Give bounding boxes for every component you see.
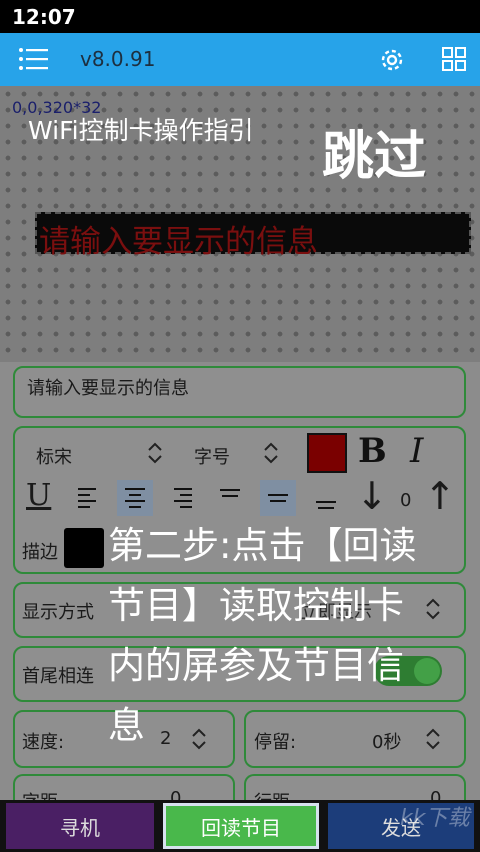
led-preview-text: 请输入要显示的信息 <box>39 224 318 260</box>
gear-icon[interactable] <box>378 46 406 74</box>
move-up-button[interactable]: ↑ <box>424 474 456 518</box>
font-select-chevron-icon[interactable] <box>146 440 164 466</box>
valign-top-icon[interactable] <box>212 480 248 516</box>
border-label: 描边 <box>22 542 58 563</box>
font-select-value[interactable]: 标宋 <box>36 443 72 469</box>
align-left-icon[interactable] <box>70 480 106 516</box>
guide-title: WiFi控制卡操作指引 <box>28 116 254 145</box>
size-select-chevron-icon[interactable] <box>262 440 280 466</box>
valign-bottom-icon[interactable] <box>308 480 344 516</box>
text-input[interactable]: 请输入要显示的信息 <box>13 366 466 418</box>
text-input-value: 请输入要显示的信息 <box>27 378 189 399</box>
led-text-box[interactable]: 请输入要显示的信息 <box>35 212 471 260</box>
size-select-value[interactable]: 字号 <box>194 443 230 469</box>
menu-icon[interactable] <box>18 47 48 71</box>
guide-step-text: 第二步:点击【回读节目】读取控制卡内的屏参及节目信息 <box>108 524 417 747</box>
read-program-button[interactable]: 回读节目 <box>163 803 319 849</box>
align-right-icon[interactable] <box>164 480 200 516</box>
status-time: 12:07 <box>12 5 76 29</box>
speed-label: 速度: <box>22 732 65 753</box>
valign-middle-icon[interactable] <box>260 480 296 516</box>
skip-button[interactable]: 跳过 <box>322 114 426 189</box>
grid-icon[interactable] <box>442 47 466 71</box>
align-center-icon[interactable] <box>117 480 153 516</box>
italic-button[interactable]: I <box>410 431 423 471</box>
move-down-button[interactable]: ↓ <box>356 474 388 518</box>
watermark: kk下载 <box>400 806 470 831</box>
nav-button[interactable]: 寻机 <box>6 803 154 849</box>
indent-value: 0 <box>400 490 412 511</box>
status-bar: 12:07 <box>0 0 480 33</box>
underline-button[interactable]: U <box>26 478 51 513</box>
display-mode-label: 显示方式 <box>22 602 94 623</box>
loop-label: 首尾相连 <box>22 666 94 687</box>
text-color-swatch[interactable] <box>307 433 347 473</box>
app-version: v8.0.91 <box>80 47 156 71</box>
bold-button[interactable]: B <box>358 431 387 471</box>
border-color-swatch[interactable] <box>64 528 104 568</box>
app-bar: v8.0.91 <box>0 33 480 86</box>
